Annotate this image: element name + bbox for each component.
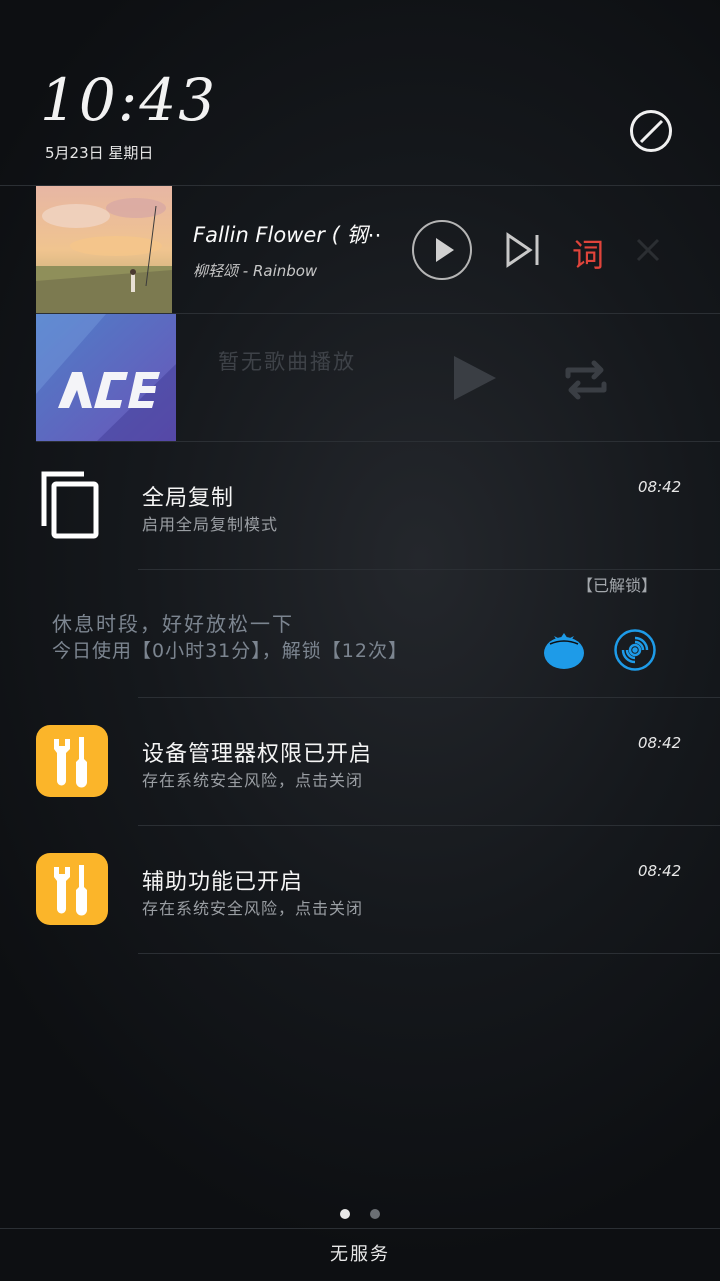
- notification-subtitle: 启用全局复制模式: [142, 515, 279, 534]
- vinyl-disc-icon[interactable]: [613, 628, 657, 672]
- divider: [36, 441, 720, 442]
- notification-time: 08:42: [638, 862, 682, 880]
- notification-title[interactable]: 全局复制: [142, 480, 234, 512]
- album-art-1[interactable]: [36, 186, 172, 314]
- unlock-status: 【已解锁】: [577, 576, 658, 595]
- rest-message: 休息时段，好好放松一下: [52, 612, 294, 636]
- clock-time: 10:43: [40, 66, 218, 134]
- no-song-text: 暂无歌曲播放: [218, 350, 356, 374]
- tools-icon: [36, 725, 108, 797]
- divider: [138, 825, 720, 826]
- copy-icon: [36, 466, 106, 542]
- song-title: Fallin Flower ( 钢⋯: [193, 223, 383, 247]
- notification-subtitle: 存在系统安全风险，点击关闭: [142, 899, 364, 918]
- play-button-2[interactable]: [452, 354, 498, 402]
- song-artist: 柳轻颂 - Rainbow: [193, 262, 318, 280]
- page-indicator: [370, 1209, 380, 1219]
- usage-summary: 今日使用【0小时31分】，解锁【12次】: [52, 640, 408, 662]
- lyrics-button[interactable]: 词: [572, 230, 604, 276]
- notification-time: 08:42: [638, 734, 682, 752]
- do-not-disturb-icon[interactable]: [630, 110, 672, 152]
- divider: [138, 697, 720, 698]
- repeat-icon[interactable]: [560, 354, 612, 406]
- divider: [138, 953, 720, 954]
- notification-subtitle: 存在系统安全风险，点击关闭: [142, 771, 364, 790]
- next-track-button[interactable]: [503, 232, 543, 268]
- carrier-status: 无服务: [0, 1228, 720, 1281]
- notification-title[interactable]: 辅助功能已开启: [142, 864, 303, 896]
- play-button[interactable]: [412, 220, 472, 280]
- page-indicator-active: [340, 1209, 350, 1219]
- notification-title[interactable]: 设备管理器权限已开启: [142, 736, 372, 768]
- album-art-2[interactable]: [36, 314, 176, 442]
- tools-icon: [36, 853, 108, 925]
- tomato-icon[interactable]: [542, 628, 586, 670]
- clock-date: 5月23日 星期日: [45, 144, 154, 162]
- divider: [138, 569, 720, 570]
- close-icon[interactable]: [632, 234, 664, 266]
- notification-time: 08:42: [638, 478, 682, 496]
